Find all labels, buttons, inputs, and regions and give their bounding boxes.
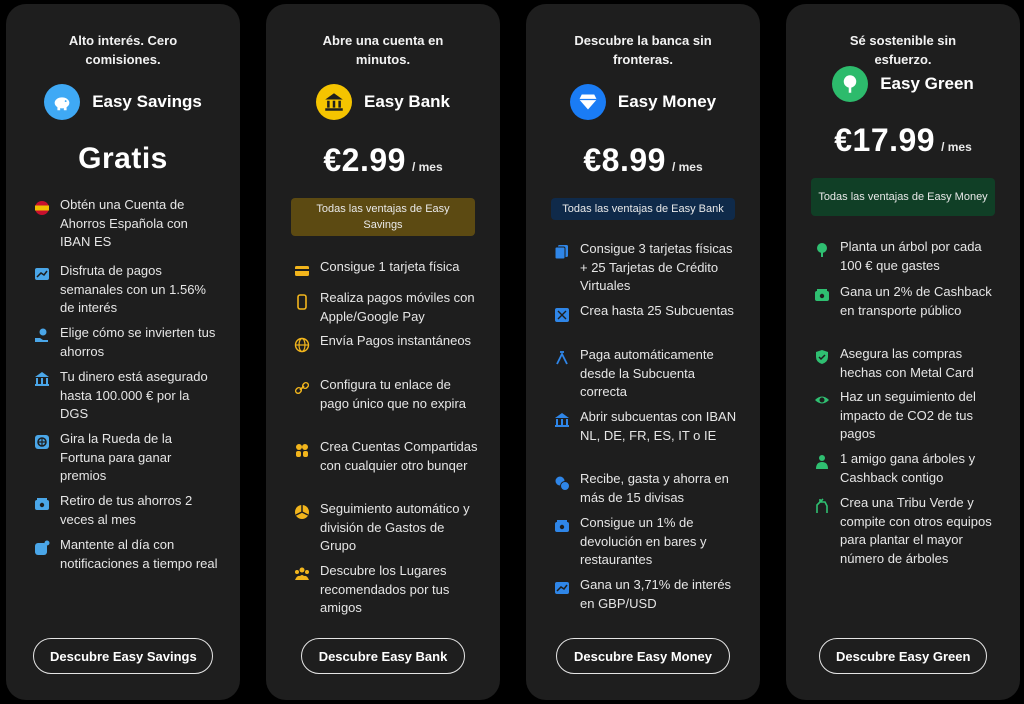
plan-card-easy-savings: Alto interés. Cero comisiones. Easy Savi…	[6, 4, 240, 700]
feature-text: Crea Cuentas Compartidas con cualquier o…	[320, 439, 478, 473]
wallet-icon	[34, 496, 50, 512]
feature-text: Gana un 3,71% de interés en GBP/USD	[580, 577, 732, 611]
chart-icon	[554, 580, 570, 596]
group-icon	[294, 566, 310, 582]
feature-text: 1 amigo gana árboles y Cashback contigo	[840, 451, 976, 485]
plan-tagline: Alto interés. Cero comisiones.	[68, 33, 178, 67]
eye-icon	[814, 392, 830, 408]
plan-name: Easy Savings	[92, 92, 202, 111]
plan-name: Easy Bank	[364, 92, 450, 111]
feature-text: Consigue un 1% de devolución en bares y …	[580, 515, 707, 567]
plan-brand: Easy Money	[526, 84, 760, 120]
plan-tagline: Descubre la banca sin fronteras.	[574, 33, 712, 67]
piggy-bank-icon	[44, 84, 81, 120]
subaccount-icon	[554, 307, 570, 323]
plan-brand: Easy Savings	[6, 84, 240, 120]
tree-icon	[814, 242, 830, 258]
plan-badge: Todas las ventajas de Easy Bank	[551, 198, 735, 220]
currency-icon	[554, 475, 570, 491]
feature-text: Crea una Tribu Verde y compite con otros…	[840, 495, 992, 566]
plan-card-easy-bank: Abre una cuenta en minutos. Easy Bank €2…	[266, 4, 500, 700]
plan-brand: Easy Green	[786, 66, 1020, 102]
feature-text: Configura tu enlace de pago único que no…	[320, 377, 467, 411]
pie-chart-icon	[294, 504, 310, 520]
hand-invest-icon	[34, 327, 50, 343]
cards-icon	[554, 244, 570, 260]
tribe-icon	[814, 498, 830, 514]
feature-text: Consigue 3 tarjetas físicas + 25 Tarjeta…	[580, 241, 733, 293]
cashback-icon	[554, 518, 570, 534]
feature-text: Planta un árbol por cada 100 € que gaste…	[840, 239, 982, 273]
price-unit: / mes	[941, 140, 972, 154]
price-value: Gratis	[78, 142, 168, 175]
cashback-icon	[814, 287, 830, 303]
plan-price: Gratis	[6, 142, 240, 176]
feature-text: Retiro de tus ahorros 2 veces al mes	[60, 493, 193, 527]
bank-icon	[316, 84, 352, 120]
feature-text: Realiza pagos móviles con Apple/Google P…	[320, 290, 475, 324]
plan-name: Easy Green	[880, 74, 974, 93]
price-value: €8.99	[583, 142, 666, 178]
plan-badge: Todas las ventajas de Easy Savings	[291, 198, 475, 236]
plan-price: €8.99 / mes	[526, 142, 760, 179]
wheel-icon	[34, 434, 50, 450]
price-value: €17.99	[834, 122, 936, 158]
price-value: €2.99	[323, 142, 406, 178]
feature-text: Tu dinero está asegurado hasta 100.000 €…	[60, 369, 208, 421]
bank-building-icon	[554, 412, 570, 428]
feature-text: Envía Pagos instantáneos	[320, 333, 472, 348]
price-unit: / mes	[411, 160, 443, 174]
plan-price: €2.99 / mes	[266, 142, 500, 179]
price-unit: / mes	[671, 160, 703, 174]
feature-text: Seguimiento automático y división de Gas…	[320, 501, 470, 553]
plan-tagline: Sé sostenible sin esfuerzo.	[849, 33, 957, 67]
auto-pay-icon	[554, 350, 570, 366]
feature-text: Paga automáticamente desde la Subcuenta …	[580, 347, 714, 399]
discover-easy-green-button[interactable]: Descubre Easy Green	[819, 638, 987, 674]
feature-text: Descubre los Lugares recomendados por tu…	[320, 563, 450, 615]
phone-icon	[294, 294, 310, 310]
friends-icon	[814, 454, 830, 470]
diamond-icon	[569, 84, 606, 120]
feature-text: Haz un seguimiento del impacto de CO2 de…	[840, 389, 976, 441]
plan-name: Easy Money	[617, 92, 717, 111]
tree-icon	[832, 66, 869, 102]
spain-flag-icon	[34, 200, 50, 216]
feature-text: Mantente al día con notificaciones a tie…	[60, 537, 218, 571]
card-icon	[294, 263, 310, 279]
plan-badge: Todas las ventajas de Easy Money	[811, 178, 995, 216]
globe-icon	[294, 337, 310, 353]
feature-text: Disfruta de pagos semanales con un 1.56%…	[60, 263, 206, 315]
plan-tagline: Abre una cuenta en minutos.	[322, 33, 444, 67]
shield-icon	[814, 349, 830, 365]
bank-building-icon	[34, 371, 50, 387]
plan-card-easy-green: Sé sostenible sin esfuerzo. Easy Green €…	[786, 4, 1020, 700]
feature-text: Recibe, gasta y ahorra en más de 15 divi…	[580, 471, 729, 505]
chart-icon	[34, 266, 50, 282]
feature-text: Crea hasta 25 Subcuentas	[580, 303, 734, 318]
discover-easy-bank-button[interactable]: Descubre Easy Bank	[301, 638, 465, 674]
notification-icon	[34, 540, 50, 556]
feature-text: Gira la Rueda de la Fortuna para ganar p…	[60, 431, 173, 483]
plan-card-easy-money: Descubre la banca sin fronteras. Easy Mo…	[526, 4, 760, 700]
feature-text: Elige cómo se invierten tus ahorros	[60, 325, 216, 359]
plan-brand: Easy Bank	[266, 84, 500, 120]
pricing-cards: Alto interés. Cero comisiones. Easy Savi…	[0, 0, 1024, 704]
link-icon	[294, 380, 310, 396]
feature-text: Asegura las compras hechas con Metal Car…	[840, 346, 974, 380]
feature-text: Gana un 2% de Cashback en transporte púb…	[840, 284, 992, 318]
plan-price: €17.99 / mes	[786, 122, 1020, 159]
people-icon	[294, 442, 310, 458]
discover-easy-money-button[interactable]: Descubre Easy Money	[556, 638, 730, 674]
feature-text: Consigue 1 tarjeta física	[320, 259, 460, 274]
feature-text: Abrir subcuentas con IBAN NL, DE, FR, ES…	[580, 409, 737, 443]
discover-easy-savings-button[interactable]: Descubre Easy Savings	[33, 638, 213, 674]
feature-text: Obtén una Cuenta de Ahorros Española con…	[60, 197, 188, 249]
